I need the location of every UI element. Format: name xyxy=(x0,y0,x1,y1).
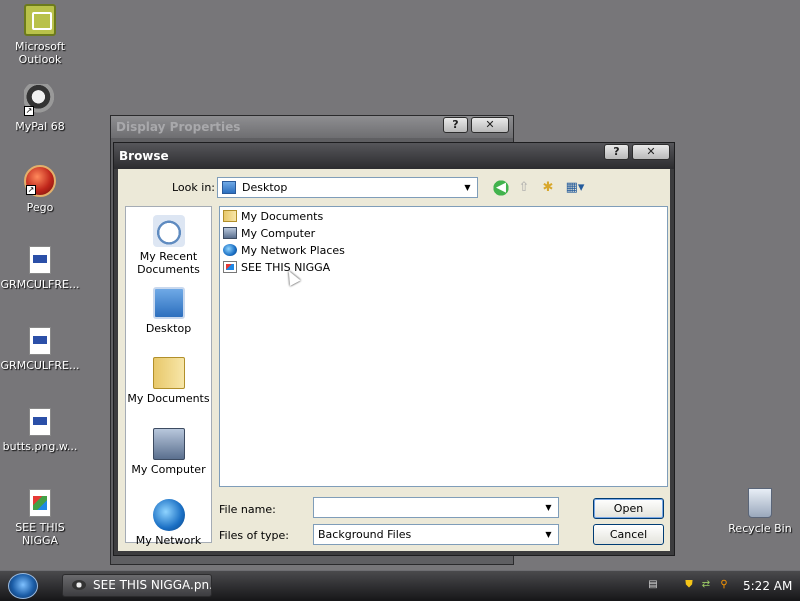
filename-input[interactable]: ▼ xyxy=(313,497,559,518)
chevron-down-icon: ▼ xyxy=(464,183,471,192)
search-icon[interactable]: ⚲ xyxy=(718,579,730,591)
file-name: My Documents xyxy=(241,210,324,223)
help-button[interactable]: ? xyxy=(443,117,468,133)
filetype-value: Background Files xyxy=(318,528,412,541)
recent-documents-icon xyxy=(152,215,185,247)
document-icon xyxy=(29,246,51,274)
desktop-icon-label: Microsoft Outlook xyxy=(14,40,66,66)
desktop-icon-label: butts.png.w... xyxy=(2,440,78,453)
cancel-button[interactable]: Cancel xyxy=(593,524,664,545)
my-network-icon xyxy=(152,499,185,531)
desktop-small-icon xyxy=(222,181,236,194)
file-name: My Computer xyxy=(241,227,316,240)
desktop-icon-pego[interactable]: ↗ Pego xyxy=(0,165,80,214)
filetype-label: Files of type: xyxy=(219,529,290,542)
desktop-icon-label: SEE THIS NIGGA xyxy=(15,521,65,547)
taskbar: SEE THIS NIGGA.pn... ▤ ⛊ ⇄ ⚲ 5:22 AM xyxy=(0,570,800,601)
lookin-label: Look in: xyxy=(172,181,215,194)
desktop-icon-label: GRMCULFRE... xyxy=(0,359,80,372)
my-computer-icon xyxy=(152,428,185,460)
network-tray-icon[interactable]: ⇄ xyxy=(700,579,712,591)
desktop-icon-grmculfre-2[interactable]: GRMCULFRE... xyxy=(0,327,80,372)
file-name: My Network Places xyxy=(241,244,345,257)
my-documents-icon xyxy=(152,357,185,389)
desktop-icon-see-this[interactable]: SEE THIS NIGGA xyxy=(0,489,80,547)
list-item[interactable]: My Documents xyxy=(223,209,323,225)
place-label: My Network xyxy=(135,534,202,547)
place-label: My Computer xyxy=(131,463,206,476)
open-button[interactable]: Open xyxy=(593,498,664,519)
desktop-icon-recycle-bin[interactable]: Recycle Bin xyxy=(720,488,800,535)
document-icon xyxy=(29,327,51,355)
shortcut-arrow-icon: ↗ xyxy=(26,185,36,195)
taskbar-item[interactable]: SEE THIS NIGGA.pn... xyxy=(62,574,212,597)
desktop-icon-label: GRMCULFRE... xyxy=(0,278,80,291)
view-menu-icon[interactable]: ▦▾ xyxy=(563,179,587,197)
start-button[interactable] xyxy=(8,573,38,599)
filename-label: File name: xyxy=(219,503,276,516)
desktop-icon-label: Recycle Bin xyxy=(728,522,792,535)
list-item[interactable]: SEE THIS NIGGA xyxy=(223,260,330,276)
lookin-value: Desktop xyxy=(242,181,288,194)
browse-dialog: Browse ? ✕ Look in: Desktop ▼ ◀ ⇧ ✱ ▦▾ M… xyxy=(113,142,675,556)
filetype-dropdown[interactable]: Background Files ▼ xyxy=(313,524,559,545)
desktop-icon-label: Pego xyxy=(26,201,54,214)
desktop-icon-grmculfre-1[interactable]: GRMCULFRE... xyxy=(0,246,80,291)
place-label: My Documents xyxy=(127,392,210,405)
desktop-icon-butts[interactable]: butts.png.w... xyxy=(0,408,80,453)
place-my-network[interactable]: My Network xyxy=(126,499,211,547)
place-my-computer[interactable]: My Computer xyxy=(126,428,211,476)
outlook-icon xyxy=(24,4,56,36)
chevron-down-icon: ▼ xyxy=(545,503,552,512)
desktop-icon-outlook[interactable]: Microsoft Outlook xyxy=(0,4,80,66)
computer-icon xyxy=(223,227,237,239)
folder-icon xyxy=(223,210,237,222)
close-button[interactable]: ✕ xyxy=(471,117,509,133)
desktop-icon-mypal[interactable]: ↗ MyPal 68 xyxy=(0,84,80,133)
place-label: Desktop xyxy=(145,322,192,335)
pego-icon: ↗ xyxy=(24,165,56,197)
help-button[interactable]: ? xyxy=(604,144,629,160)
file-list[interactable]: My Documents My Computer My Network Plac… xyxy=(219,206,668,487)
dialog-body: Look in: Desktop ▼ ◀ ⇧ ✱ ▦▾ My Recent Do… xyxy=(118,169,670,551)
up-folder-icon[interactable]: ⇧ xyxy=(515,179,533,197)
keyboard-icon[interactable]: ▤ xyxy=(647,579,659,591)
place-desktop[interactable]: Desktop xyxy=(126,287,211,335)
list-item[interactable]: My Computer xyxy=(223,226,315,242)
image-file-icon xyxy=(223,261,237,273)
list-item[interactable]: My Network Places xyxy=(223,243,345,259)
dialog-title-bar: Browse xyxy=(114,143,674,169)
lookin-dropdown[interactable]: Desktop ▼ xyxy=(217,177,478,198)
mypal-icon: ↗ xyxy=(24,84,56,116)
shortcut-arrow-icon: ↗ xyxy=(24,106,34,116)
chevron-down-icon: ▼ xyxy=(545,530,552,539)
close-button[interactable]: ✕ xyxy=(632,144,670,160)
network-icon xyxy=(223,244,237,256)
place-recent-documents[interactable]: My Recent Documents xyxy=(126,215,211,276)
dialog-title: Browse xyxy=(119,149,169,163)
clock[interactable]: 5:22 AM xyxy=(743,571,792,601)
image-file-icon xyxy=(29,489,51,517)
document-icon xyxy=(29,408,51,436)
places-bar: My Recent Documents Desktop My Documents… xyxy=(125,206,212,547)
recycle-bin-icon xyxy=(748,488,772,518)
place-label: My Recent Documents xyxy=(137,250,200,276)
back-arrow-icon[interactable]: ◀ xyxy=(492,179,510,197)
mypal-icon xyxy=(72,580,86,590)
desktop-icon xyxy=(152,287,185,319)
taskbar-item-label: SEE THIS NIGGA.pn... xyxy=(93,578,212,592)
place-my-documents[interactable]: My Documents xyxy=(126,357,211,405)
new-folder-icon[interactable]: ✱ xyxy=(539,179,557,197)
shield-icon[interactable]: ⛊ xyxy=(683,579,695,591)
desktop-icon-label: MyPal 68 xyxy=(15,120,65,133)
